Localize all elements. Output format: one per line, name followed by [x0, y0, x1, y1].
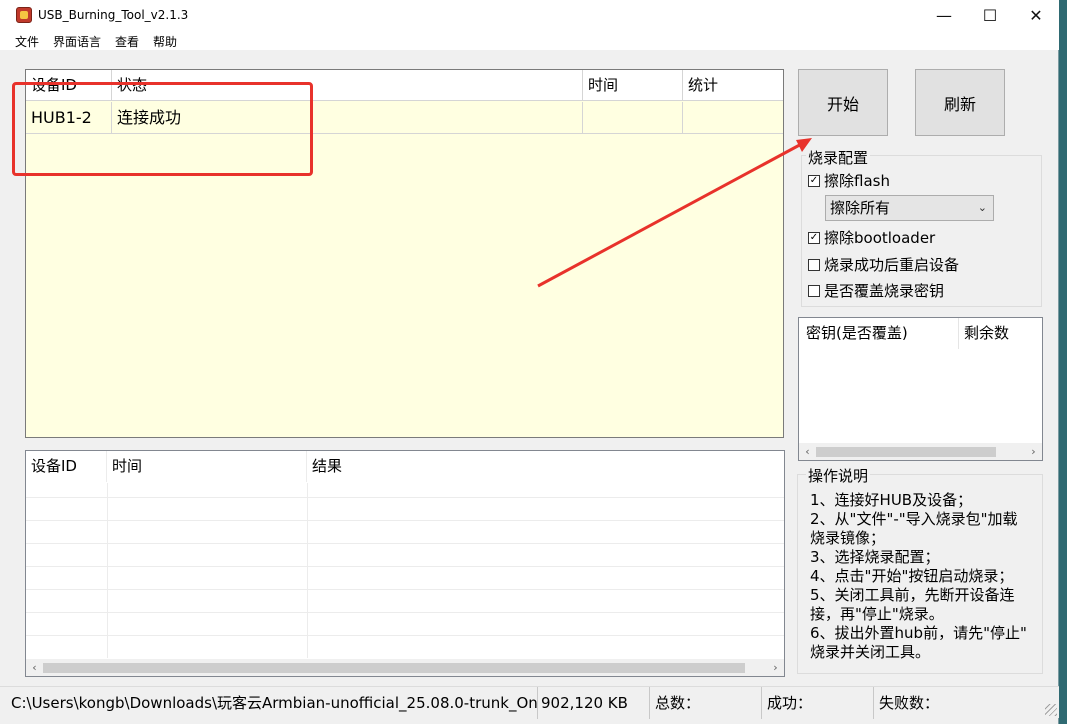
app-window: USB_Burning_Tool_v2.1.3 — ☐ ✕ 文件 界面语言 查看…: [0, 0, 1059, 724]
annotation-arrow: [537, 138, 812, 288]
